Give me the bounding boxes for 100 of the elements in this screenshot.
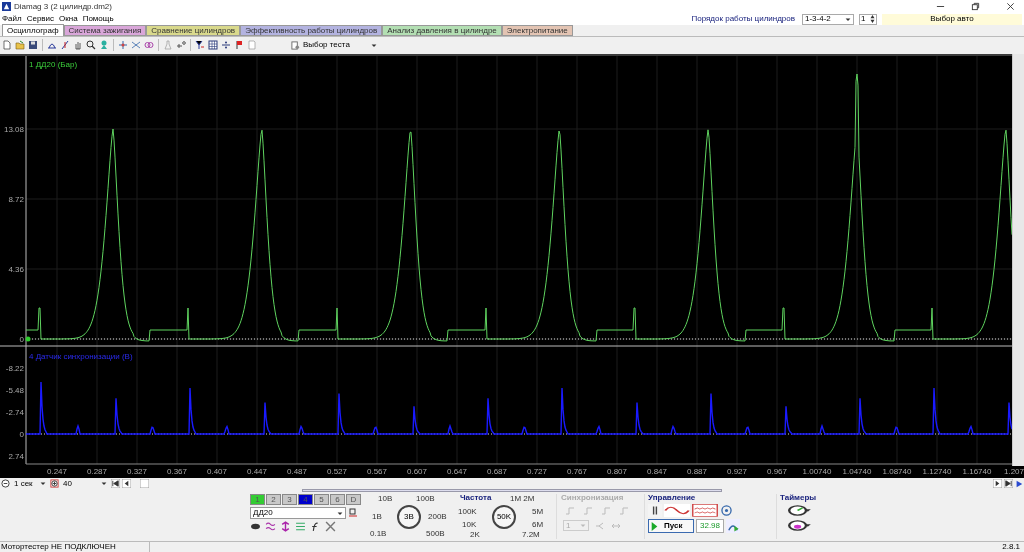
tab[interactable]: Электропитание <box>501 25 573 36</box>
vertical-scrollbar[interactable] <box>1012 54 1024 466</box>
zoom-in-icon[interactable] <box>50 479 59 488</box>
cross-icon[interactable] <box>131 40 141 50</box>
channel-button[interactable]: 5 <box>314 494 329 505</box>
dial-mark: 1В <box>372 513 382 521</box>
x-tick-label: 1.08740 <box>882 468 912 476</box>
tab[interactable]: Эффективность работы цилиндров <box>240 25 383 36</box>
flag-icon[interactable] <box>234 40 244 50</box>
crosshair-icon[interactable] <box>118 40 128 50</box>
dial-mark: 7.2M <box>522 531 540 539</box>
dropdown-arrow-icon <box>371 42 377 48</box>
y-tick-label: 4.36 <box>8 265 24 274</box>
channel-button[interactable]: 1 <box>250 494 265 505</box>
table-icon[interactable] <box>208 40 218 50</box>
dropdown-arrow-icon <box>580 523 586 528</box>
menu-item[interactable]: Сервис <box>26 15 55 23</box>
function-icon[interactable] <box>310 521 321 532</box>
x-tick-label: 0.607 <box>407 468 427 476</box>
voltage-dial[interactable]: 3В <box>397 505 421 529</box>
dial-mark: 6M <box>532 521 544 529</box>
next-icon[interactable] <box>993 479 1002 488</box>
status-message: Мотортестер НЕ ПОДКЛЮЧЕН <box>0 541 150 552</box>
menu-item[interactable]: Помощь <box>82 15 114 23</box>
y-tick-label: 2.74 <box>8 452 24 461</box>
new-file-icon[interactable] <box>2 40 12 50</box>
spinner-arrows-icon[interactable] <box>870 15 875 23</box>
y-tick-label: 0 <box>19 335 24 344</box>
section-title: Синхронизация <box>561 494 625 502</box>
x-tick-label: 0.647 <box>447 468 467 476</box>
zoom-icon[interactable] <box>86 40 96 50</box>
zoom-select[interactable]: 40 <box>61 478 109 489</box>
divide-icon[interactable] <box>221 40 231 50</box>
y-tick-label: -2.74 <box>5 408 24 417</box>
x-tick-label: 0.447 <box>247 468 267 476</box>
auto-select-field[interactable]: Выбор авто <box>882 13 1022 25</box>
last-page-icon[interactable] <box>1004 479 1013 488</box>
previous-icon[interactable] <box>122 479 131 488</box>
channel-button[interactable]: D <box>346 494 361 505</box>
tab[interactable]: Осциллограф <box>2 24 64 36</box>
eye-icon[interactable] <box>250 521 261 532</box>
frequency-dial[interactable]: 50K <box>492 505 516 529</box>
section-title: Частота <box>460 494 492 502</box>
horizontal-scrollbar[interactable] <box>302 489 722 492</box>
dial-mark: 100В <box>416 495 435 503</box>
dial-mark: 0.1В <box>370 530 387 538</box>
tab[interactable]: Анализ давления в цилиндре <box>382 25 502 36</box>
tab[interactable]: Сравнение цилиндров <box>146 25 241 36</box>
y-tick-label: 13.08 <box>3 125 24 134</box>
noise-wave-icon[interactable] <box>692 504 718 517</box>
cylinder-order-select[interactable]: 1-3-4-2 <box>802 13 854 25</box>
x-tick-label: 0.887 <box>687 468 707 476</box>
x-tick-label: 0.247 <box>47 468 67 476</box>
lines-icon[interactable] <box>295 521 306 532</box>
restore-icon[interactable] <box>971 2 980 11</box>
x-tick-label: 1.04740 <box>842 468 872 476</box>
cursor-arc-icon[interactable] <box>47 40 57 50</box>
section-title: Таймеры <box>780 494 818 502</box>
x-tick-label: 0.767 <box>567 468 587 476</box>
cylinder-spinner[interactable]: 1 <box>859 13 877 25</box>
start-button[interactable]: Пуск <box>648 519 694 533</box>
sine-wave-icon[interactable] <box>664 504 690 517</box>
dial-mark: 5M <box>532 508 544 516</box>
x-tick-label: 0.807 <box>607 468 627 476</box>
channel-button[interactable]: 2 <box>266 494 281 505</box>
document-icon <box>291 40 300 50</box>
menu-item[interactable]: Файл <box>2 15 22 23</box>
dial-mark: 10В <box>378 495 393 503</box>
dropdown-arrow-icon <box>40 481 46 486</box>
zoom-out-icon[interactable] <box>1 479 10 488</box>
play-icon[interactable] <box>1015 479 1023 488</box>
dial-mark: 1M 2M <box>510 495 535 503</box>
window-title: Diamag 3 (2 цилиндр.dm2) <box>14 2 112 11</box>
link-icon[interactable] <box>144 40 154 50</box>
y-tick-label: -5.48 <box>5 386 24 395</box>
dial-mark: 10K <box>462 521 477 529</box>
save-icon[interactable] <box>28 40 38 50</box>
cylinder-order-label: Порядок работы цилиндров <box>691 15 795 23</box>
time-scale-select[interactable]: 1 сек <box>12 478 48 489</box>
first-page-icon[interactable] <box>111 479 120 488</box>
wave-filter-icon[interactable] <box>265 521 276 532</box>
version-label: 2.8.1 <box>1002 543 1021 551</box>
channel-button[interactable]: 3 <box>282 494 297 505</box>
x-tick-label: 1.00740 <box>802 468 832 476</box>
menu-item[interactable]: Окна <box>59 15 78 23</box>
dial-mark: 500В <box>426 530 445 538</box>
test-select[interactable]: Выбор теста <box>289 39 379 51</box>
x-tick-label: 0.327 <box>127 468 147 476</box>
close-icon[interactable] <box>1006 2 1015 11</box>
x-tick-label: 0.487 <box>287 468 307 476</box>
cursor-slope-icon[interactable] <box>60 40 70 50</box>
invert-icon[interactable] <box>280 521 291 532</box>
x-tick-label: 0.407 <box>207 468 227 476</box>
channel-button[interactable]: 6 <box>330 494 345 505</box>
probe-icon[interactable] <box>348 508 358 518</box>
y-tick-label: -8.22 <box>5 364 24 373</box>
sensor-select[interactable]: ДД20 <box>250 507 346 519</box>
channel-label: 4 Датчик синхронизации (В) <box>29 352 133 361</box>
x-tick-label: 0.967 <box>767 468 787 476</box>
tab[interactable]: Система зажигания <box>63 25 147 36</box>
